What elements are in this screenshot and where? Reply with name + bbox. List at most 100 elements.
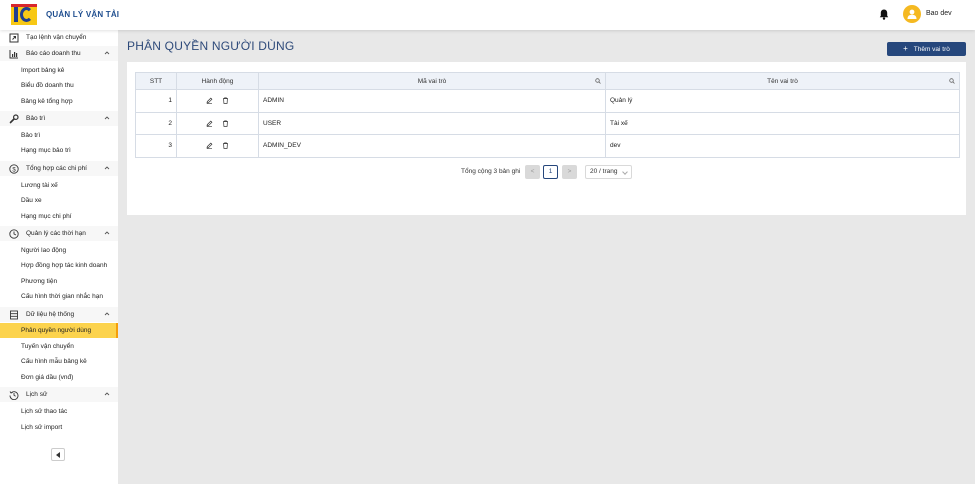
sidebar-item-label: Biểu đồ doanh thu [21,82,74,89]
pagination: Tổng cộng 3 bản ghi < 1 > 20 / trang [127,165,966,179]
sidebar-item-revenue-chart[interactable]: Biểu đồ doanh thu [0,78,118,93]
sidebar-item-action-history[interactable]: Lịch sử thao tác [0,404,118,419]
cell-stt: 3 [135,134,177,158]
history-icon [9,391,19,400]
sidebar-item-expense-category[interactable]: Hạng mục chi phí [0,209,118,224]
sidebar-group-label: Bảo trì [26,115,46,122]
sidebar-item-workers[interactable]: Người lao động [0,243,118,258]
sidebar-group-history[interactable]: Lịch sử [0,387,118,402]
cell-stt: 2 [135,111,177,135]
page-title: PHÂN QUYỀN NGƯỜI DÙNG [127,39,295,53]
sidebar-item-label: Đơn giá dầu (vnđ) [21,374,74,381]
page-size-value: 20 / trang [590,168,618,175]
sidebar-item-label: Lịch sử thao tác [21,408,68,415]
cell-role-code: ADMIN [258,89,606,113]
company-logo[interactable] [11,4,37,25]
plus-icon: + [903,44,908,53]
chevron-up-icon [104,166,110,170]
user-name[interactable]: Bao dev [926,10,952,17]
sidebar-item-label: Tuyến vận chuyển [21,343,74,350]
column-header-actions: Hành động [176,72,259,90]
sidebar-item-label: Hợp đồng hợp tác kinh doanh [21,262,108,269]
cell-actions [176,89,259,113]
top-bar: QUẢN LÝ VẬN TẢI Bao dev [0,0,975,30]
sidebar-item-label: Người lao động [21,247,67,254]
content-card: STT Hành động Mã vai trò Tên vai trò 1 A… [127,62,966,215]
cell-actions [176,111,259,135]
cell-role-code: ADMIN_DEV [258,134,606,158]
sidebar-item-label: Phương tiện [21,278,58,285]
column-header-role-name: Tên vai trò [605,72,960,90]
table-header-row: STT Hành động Mã vai trò Tên vai trò [135,72,960,90]
sidebar-item-label: Bảng kê tổng hợp [21,98,73,105]
search-icon[interactable] [595,78,601,84]
edit-icon[interactable] [206,97,213,105]
sidebar-item-driver-salary[interactable]: Lương tài xế [0,178,118,193]
column-header-role-code: Mã vai trò [258,72,606,90]
sidebar-item-label: Hạng mục chi phí [21,213,72,220]
sidebar-item-user-permissions[interactable]: Phân quyền người dùng [0,323,118,338]
sidebar-group-expenses[interactable]: $ Tổng hợp các chi phí [0,161,118,176]
page-size-select[interactable]: 20 / trang [585,165,632,179]
column-header-label: STT [149,77,163,85]
sidebar-item-import-statement[interactable]: Import bảng kê [0,63,118,78]
add-role-label: Thêm vai trò [913,45,950,53]
column-header-label: Mã vai trò [417,77,447,85]
sidebar-item-maintenance-category[interactable]: Hạng mục bảo trì [0,143,118,158]
avatar[interactable] [903,5,921,23]
chevron-up-icon [104,116,110,120]
cell-role-name: dev [605,134,960,158]
delete-icon[interactable] [222,97,229,104]
sidebar-item-label: Cấu hình thời gian nhắc hạn [21,293,103,300]
edit-icon[interactable] [206,142,213,150]
delete-icon[interactable] [222,142,229,149]
cell-role-code: USER [258,111,606,135]
sidebar-group-deadlines[interactable]: Quản lý các thời hạn [0,226,118,241]
chevron-down-icon [622,169,628,175]
page-1-button[interactable]: 1 [543,165,558,179]
export-icon [9,33,19,43]
next-page-button[interactable]: > [562,165,577,179]
pagination-total: Tổng cộng 3 bản ghi [461,168,521,175]
edit-icon[interactable] [206,120,213,127]
chevron-up-icon [104,312,110,316]
add-role-button[interactable]: + Thêm vai trò [887,42,966,56]
sidebar-item-label: Bảo trì [21,132,41,139]
sidebar-group-revenue-report[interactable]: Báo cáo doanh thu [0,46,118,61]
sidebar-item-business-contract[interactable]: Hợp đồng hợp tác kinh doanh [0,258,118,273]
app-title: QUẢN LÝ VẬN TẢI [46,10,120,19]
chevron-up-icon [104,231,110,235]
sidebar-item-transport-routes[interactable]: Tuyến vận chuyển [0,339,118,354]
sidebar-group-maintenance[interactable]: Bảo trì [0,111,118,126]
sidebar-item-reminder-config[interactable]: Cấu hình thời gian nhắc hạn [0,289,118,304]
bell-icon[interactable] [879,9,889,20]
sidebar-item-create-order[interactable]: Tạo lệnh vận chuyển [0,30,118,45]
sidebar-item-import-history[interactable]: Lịch sử import [0,420,118,435]
sidebar-item-vehicles[interactable]: Phương tiện [0,274,118,289]
prev-page-button[interactable]: < [525,165,540,179]
sidebar-item-fuel[interactable]: Dầu xe [0,193,118,208]
delete-icon[interactable] [222,120,229,127]
sidebar-item-summary-statement[interactable]: Bảng kê tổng hợp [0,94,118,109]
user-icon [907,9,917,19]
sidebar-item-fuel-price[interactable]: Đơn giá dầu (vnđ) [0,370,118,385]
sidebar-item-label: Phân quyền người dùng [21,327,92,334]
search-icon[interactable] [949,78,955,84]
sidebar-group-label: Lịch sử [26,391,48,398]
column-header-label: Tên vai trò [767,77,798,85]
table-row: 1 ADMIN Quản lý [135,89,960,113]
cell-role-name: Quản lý [605,89,960,113]
tool-icon [9,114,19,124]
cell-actions [176,134,259,158]
sidebar-item-label: Dầu xe [21,197,42,204]
sidebar-item-label: Lịch sử import [21,424,63,431]
collapse-sidebar-button[interactable] [51,448,65,461]
dollar-icon: $ [9,164,19,174]
caret-left-icon [56,452,60,458]
sidebar-group-system-data[interactable]: Dữ liệu hệ thống [0,307,118,322]
sidebar-item-statement-template[interactable]: Cấu hình mẫu bảng kê [0,354,118,369]
sidebar-item-maintenance[interactable]: Bảo trì [0,128,118,143]
sidebar-item-label: Hạng mục bảo trì [21,147,71,154]
sidebar-item-label: Cấu hình mẫu bảng kê [21,358,87,365]
database-icon [10,310,18,320]
